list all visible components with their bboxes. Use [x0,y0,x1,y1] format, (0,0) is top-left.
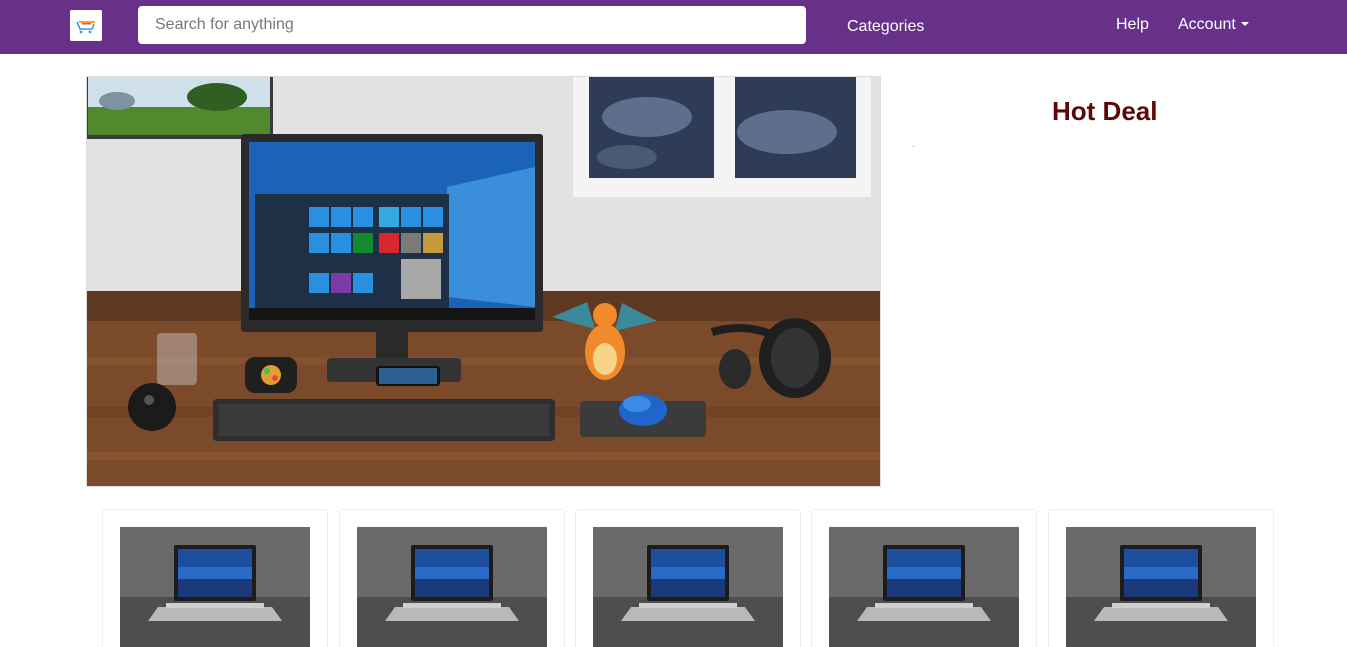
laptop-image [829,527,1019,647]
site-logo[interactable] [70,10,102,41]
caret-down-icon [1240,22,1249,26]
product-thumbnail[interactable] [1066,527,1256,647]
desk-setup-image [87,77,880,486]
placeholder-dot [913,146,914,147]
account-label: Account [1178,16,1236,33]
laptop-image [357,527,547,647]
top-navbar: Categories Help Account [0,0,1347,54]
product-card[interactable] [1048,509,1274,647]
product-thumbnail[interactable] [120,527,310,647]
product-thumbnail[interactable] [357,527,547,647]
help-link[interactable]: Help [1116,16,1149,34]
account-dropdown[interactable]: Account [1178,16,1249,34]
product-card[interactable] [102,509,328,647]
laptop-image [120,527,310,647]
product-card[interactable] [339,509,565,647]
product-thumbnail[interactable] [593,527,783,647]
categories-link[interactable]: Categories [847,18,924,36]
product-card[interactable] [811,509,1037,647]
product-thumbnail[interactable] [829,527,1019,647]
laptop-image [1066,527,1256,647]
search-input[interactable] [138,6,806,44]
hero-banner-image[interactable] [86,76,881,487]
product-card[interactable] [575,509,801,647]
cart-logo-icon [70,10,102,41]
laptop-image [593,527,783,647]
hot-deal-title: Hot Deal [1052,96,1158,126]
